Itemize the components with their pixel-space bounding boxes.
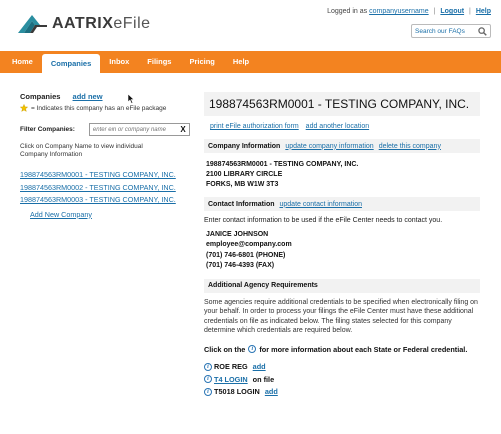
add-new-company-link[interactable]: Add New Company xyxy=(30,210,190,219)
nav-filings[interactable]: Filings xyxy=(138,51,180,73)
agency-description: Some agencies require additional credent… xyxy=(204,298,478,335)
contact-details: JANICE JOHNSON employee@company.com (701… xyxy=(206,230,292,270)
delete-company-link[interactable]: delete this company xyxy=(379,143,441,150)
add-credential-link[interactable]: add xyxy=(265,387,278,396)
credential-list: i ROE REG add i T4 LOGIN on file i T5018… xyxy=(204,361,480,399)
package-legend: = Indicates this company has an eFile pa… xyxy=(20,104,190,112)
header: AATRIXeFile Logged in as companyusername… xyxy=(0,0,501,51)
credential-row: i ROE REG add xyxy=(204,361,480,374)
account-bar: Logged in as companyusername | Logout | … xyxy=(327,8,491,15)
logo-mark-icon xyxy=(18,15,47,33)
faq-search[interactable] xyxy=(411,24,491,38)
company-link[interactable]: 198874563RM0002 - TESTING COMPANY, INC. xyxy=(20,182,190,195)
add-credential-link[interactable]: add xyxy=(253,362,266,371)
credential-row: i T4 LOGIN on file xyxy=(204,373,480,386)
info-icon: i xyxy=(248,345,257,353)
search-icon[interactable] xyxy=(478,27,487,36)
company-detail: 198874563RM0001 - TESTING COMPANY, INC. … xyxy=(204,92,480,398)
star-icon xyxy=(20,104,28,112)
company-link[interactable]: 198874563RM0003 - TESTING COMPANY, INC. xyxy=(20,194,190,207)
help-link[interactable]: Help xyxy=(476,8,491,15)
company-hint: Click on Company Name to view individual… xyxy=(20,143,143,158)
company-info-header: Company Information update company infor… xyxy=(204,139,480,153)
credential-info-note: Click on the i for more information abou… xyxy=(204,344,468,354)
username-link[interactable]: companyusername xyxy=(369,8,429,15)
company-link[interactable]: 198874563RM0001 - TESTING COMPANY, INC. xyxy=(20,169,190,182)
add-new-link[interactable]: add new xyxy=(73,92,103,101)
info-icon[interactable]: i xyxy=(204,387,212,396)
logout-link[interactable]: Logout xyxy=(440,8,464,15)
filter-label: Filter Companies: xyxy=(20,126,75,133)
company-info-heading: Company Information xyxy=(208,142,281,150)
mouse-cursor-icon xyxy=(128,94,135,104)
agency-header: Additional Agency Requirements xyxy=(204,278,480,293)
main-nav: Home Companies Inbox Filings Pricing Hel… xyxy=(0,51,501,73)
credential-row: i T5018 LOGIN add xyxy=(204,386,480,399)
clear-filter-button[interactable]: X xyxy=(177,125,189,134)
logo-text: AATRIXeFile xyxy=(52,15,151,32)
update-contact-link[interactable]: update contact information xyxy=(280,201,363,208)
print-authorization-link[interactable]: print eFile authorization form xyxy=(210,123,299,130)
credential-status: on file xyxy=(252,374,275,384)
nav-inbox[interactable]: Inbox xyxy=(100,51,138,73)
faq-search-input[interactable] xyxy=(415,25,477,37)
companies-heading: Companies add new xyxy=(20,92,103,101)
company-actions: print eFile authorization form add anoth… xyxy=(204,123,480,130)
company-address: 198874563RM0001 - TESTING COMPANY, INC. … xyxy=(206,161,359,188)
info-icon[interactable]: i xyxy=(204,362,212,371)
nav-companies[interactable]: Companies xyxy=(41,54,101,73)
agency-heading: Additional Agency Requirements xyxy=(208,282,318,289)
logged-in-label: Logged in as xyxy=(327,8,368,15)
page-title: 198874563RM0001 - TESTING COMPANY, INC. xyxy=(209,97,470,111)
update-company-link[interactable]: update company information xyxy=(285,143,373,150)
contact-description: Enter contact information to be used if … xyxy=(204,217,443,224)
filter-row: Filter Companies: X xyxy=(20,123,190,136)
add-location-link[interactable]: add another location xyxy=(306,123,369,130)
nav-pricing[interactable]: Pricing xyxy=(180,51,223,73)
filter-input[interactable] xyxy=(89,124,177,135)
company-list: 198874563RM0001 - TESTING COMPANY, INC. … xyxy=(20,169,190,207)
filter-box: X xyxy=(88,123,190,136)
aatrix-logo[interactable]: AATRIXeFile xyxy=(18,13,151,35)
contact-info-header: Contact Information update contact infor… xyxy=(204,197,480,211)
companies-panel: Companies add new = Indicates this compa… xyxy=(20,92,190,219)
nav-home[interactable]: Home xyxy=(3,51,42,73)
nav-help[interactable]: Help xyxy=(224,51,258,73)
info-icon[interactable]: i xyxy=(204,375,212,384)
credential-name-link[interactable]: T4 LOGIN xyxy=(214,375,248,384)
company-title-bar: 198874563RM0001 - TESTING COMPANY, INC. xyxy=(204,92,480,116)
contact-info-heading: Contact Information xyxy=(208,200,275,208)
